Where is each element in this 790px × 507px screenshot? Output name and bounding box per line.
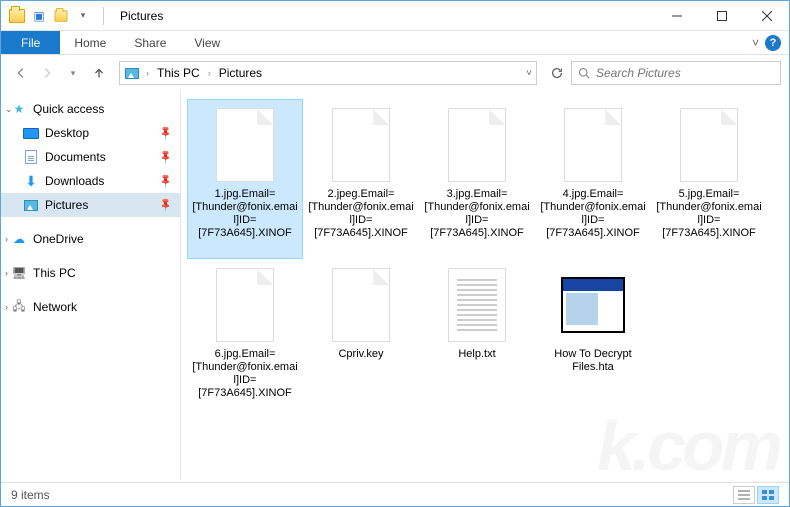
chevron-right-icon[interactable]: › — [5, 302, 8, 312]
chevron-right-icon[interactable]: › — [5, 234, 8, 244]
file-thumbnail — [327, 266, 395, 344]
location-icon — [124, 65, 140, 81]
sidebar-label: Network — [33, 300, 77, 314]
sidebar-label: Quick access — [33, 102, 104, 116]
file-name: Help.txt — [458, 348, 495, 361]
documents-icon — [23, 149, 39, 165]
breadcrumb-current[interactable]: Pictures — [217, 66, 264, 80]
file-thumbnail — [443, 106, 511, 184]
maximize-button[interactable] — [699, 1, 744, 30]
address-dropdown-icon[interactable]: ˅ — [526, 68, 532, 79]
app-icon — [9, 8, 25, 24]
onedrive-icon: ☁ — [11, 231, 27, 247]
search-icon — [578, 67, 590, 79]
explorer-body: ⌄ ★ Quick access Desktop Documents ⬇ Dow… — [1, 91, 789, 480]
properties-icon[interactable]: ▣ — [31, 8, 47, 24]
breadcrumb-root[interactable]: This PC — [155, 66, 202, 80]
sidebar-item-label: Downloads — [45, 174, 104, 188]
divider — [103, 7, 104, 25]
back-button[interactable] — [9, 61, 33, 85]
file-thumbnail — [559, 106, 627, 184]
sidebar-item-documents[interactable]: Documents — [1, 145, 180, 169]
navigation-pane: ⌄ ★ Quick access Desktop Documents ⬇ Dow… — [1, 91, 181, 480]
file-item[interactable]: How To Decrypt Files.hta — [535, 259, 651, 419]
file-item[interactable]: 1.jpg.Email=[Thunder@fonix.email]ID=[7F7… — [187, 99, 303, 259]
chevron-right-icon[interactable]: › — [144, 68, 151, 78]
sidebar-onedrive[interactable]: › ☁ OneDrive — [1, 227, 180, 251]
sidebar-network[interactable]: › 🖧 Network — [1, 295, 180, 319]
file-item[interactable]: Cpriv.key — [303, 259, 419, 419]
sidebar-item-downloads[interactable]: ⬇ Downloads — [1, 169, 180, 193]
desktop-icon — [23, 125, 39, 141]
sidebar-item-label: Documents — [45, 150, 106, 164]
file-item[interactable]: 3.jpg.Email=[Thunder@fonix.email]ID=[7F7… — [419, 99, 535, 259]
icons-view-button[interactable] — [757, 486, 779, 504]
window-title: Pictures — [120, 9, 163, 23]
tab-share[interactable]: Share — [120, 31, 180, 54]
file-name: How To Decrypt Files.hta — [540, 348, 646, 374]
file-item[interactable]: 6.jpg.Email=[Thunder@fonix.email]ID=[7F7… — [187, 259, 303, 419]
sidebar-thispc[interactable]: › 🖥 This PC — [1, 261, 180, 285]
sidebar-item-pictures[interactable]: Pictures — [1, 193, 180, 217]
sidebar-item-label: Desktop — [45, 126, 89, 140]
item-count: 9 items — [11, 488, 50, 502]
help-icon[interactable]: ? — [765, 35, 781, 51]
tab-home[interactable]: Home — [60, 31, 120, 54]
downloads-icon: ⬇ — [23, 173, 39, 189]
details-view-button[interactable] — [733, 486, 755, 504]
status-bar: 9 items — [1, 482, 789, 506]
star-icon: ★ — [11, 101, 27, 117]
quick-access-toolbar: ▣ ▾ Pictures — [1, 7, 163, 25]
chevron-down-icon[interactable]: ⌄ — [5, 104, 13, 115]
network-icon: 🖧 — [11, 299, 27, 315]
file-name: 2.jpeg.Email=[Thunder@fonix.email]ID=[7F… — [308, 188, 414, 240]
qat-dropdown-icon[interactable]: ▾ — [75, 8, 91, 24]
file-item[interactable]: 5.jpg.Email=[Thunder@fonix.email]ID=[7F7… — [651, 99, 767, 259]
file-name: 4.jpg.Email=[Thunder@fonix.email]ID=[7F7… — [540, 188, 646, 240]
navigation-row: ▾ › This PC › Pictures ˅ — [1, 55, 789, 91]
search-box[interactable] — [571, 61, 781, 85]
file-thumbnail — [443, 266, 511, 344]
file-thumbnail — [211, 266, 279, 344]
recent-locations-button[interactable]: ▾ — [61, 61, 85, 85]
file-thumbnail — [211, 106, 279, 184]
address-bar[interactable]: › This PC › Pictures ˅ — [119, 61, 537, 85]
file-item[interactable]: 4.jpg.Email=[Thunder@fonix.email]ID=[7F7… — [535, 99, 651, 259]
sidebar-label: OneDrive — [33, 232, 84, 246]
file-name: 6.jpg.Email=[Thunder@fonix.email]ID=[7F7… — [192, 348, 298, 400]
file-name: 1.jpg.Email=[Thunder@fonix.email]ID=[7F7… — [192, 188, 298, 240]
file-list[interactable]: 1.jpg.Email=[Thunder@fonix.email]ID=[7F7… — [181, 91, 789, 480]
sidebar-quick-access[interactable]: ⌄ ★ Quick access — [1, 97, 180, 121]
file-name: 3.jpg.Email=[Thunder@fonix.email]ID=[7F7… — [424, 188, 530, 240]
file-item[interactable]: 2.jpeg.Email=[Thunder@fonix.email]ID=[7F… — [303, 99, 419, 259]
file-thumbnail — [559, 266, 627, 344]
new-folder-icon[interactable] — [53, 8, 69, 24]
window-controls — [654, 1, 789, 30]
title-bar: ▣ ▾ Pictures — [1, 1, 789, 31]
sidebar-item-label: Pictures — [45, 198, 88, 212]
pictures-icon — [23, 197, 39, 213]
chevron-right-icon[interactable]: › — [5, 268, 8, 278]
file-thumbnail — [675, 106, 743, 184]
sidebar-item-desktop[interactable]: Desktop — [1, 121, 180, 145]
up-button[interactable] — [87, 61, 111, 85]
tab-view[interactable]: View — [180, 31, 234, 54]
file-name: 5.jpg.Email=[Thunder@fonix.email]ID=[7F7… — [656, 188, 762, 240]
thispc-icon: 🖥 — [11, 265, 27, 281]
file-name: Cpriv.key — [338, 348, 383, 361]
ribbon-expand-icon[interactable]: ˅ — [752, 36, 759, 50]
forward-button[interactable] — [35, 61, 59, 85]
file-thumbnail — [327, 106, 395, 184]
file-item[interactable]: Help.txt — [419, 259, 535, 419]
sidebar-label: This PC — [33, 266, 76, 280]
file-tab[interactable]: File — [1, 31, 60, 54]
close-button[interactable] — [744, 1, 789, 30]
view-toggle — [733, 486, 779, 504]
refresh-button[interactable] — [545, 61, 569, 85]
minimize-button[interactable] — [654, 1, 699, 30]
search-input[interactable] — [596, 66, 774, 80]
chevron-right-icon[interactable]: › — [206, 68, 213, 78]
ribbon: File Home Share View ˅ ? — [1, 31, 789, 55]
